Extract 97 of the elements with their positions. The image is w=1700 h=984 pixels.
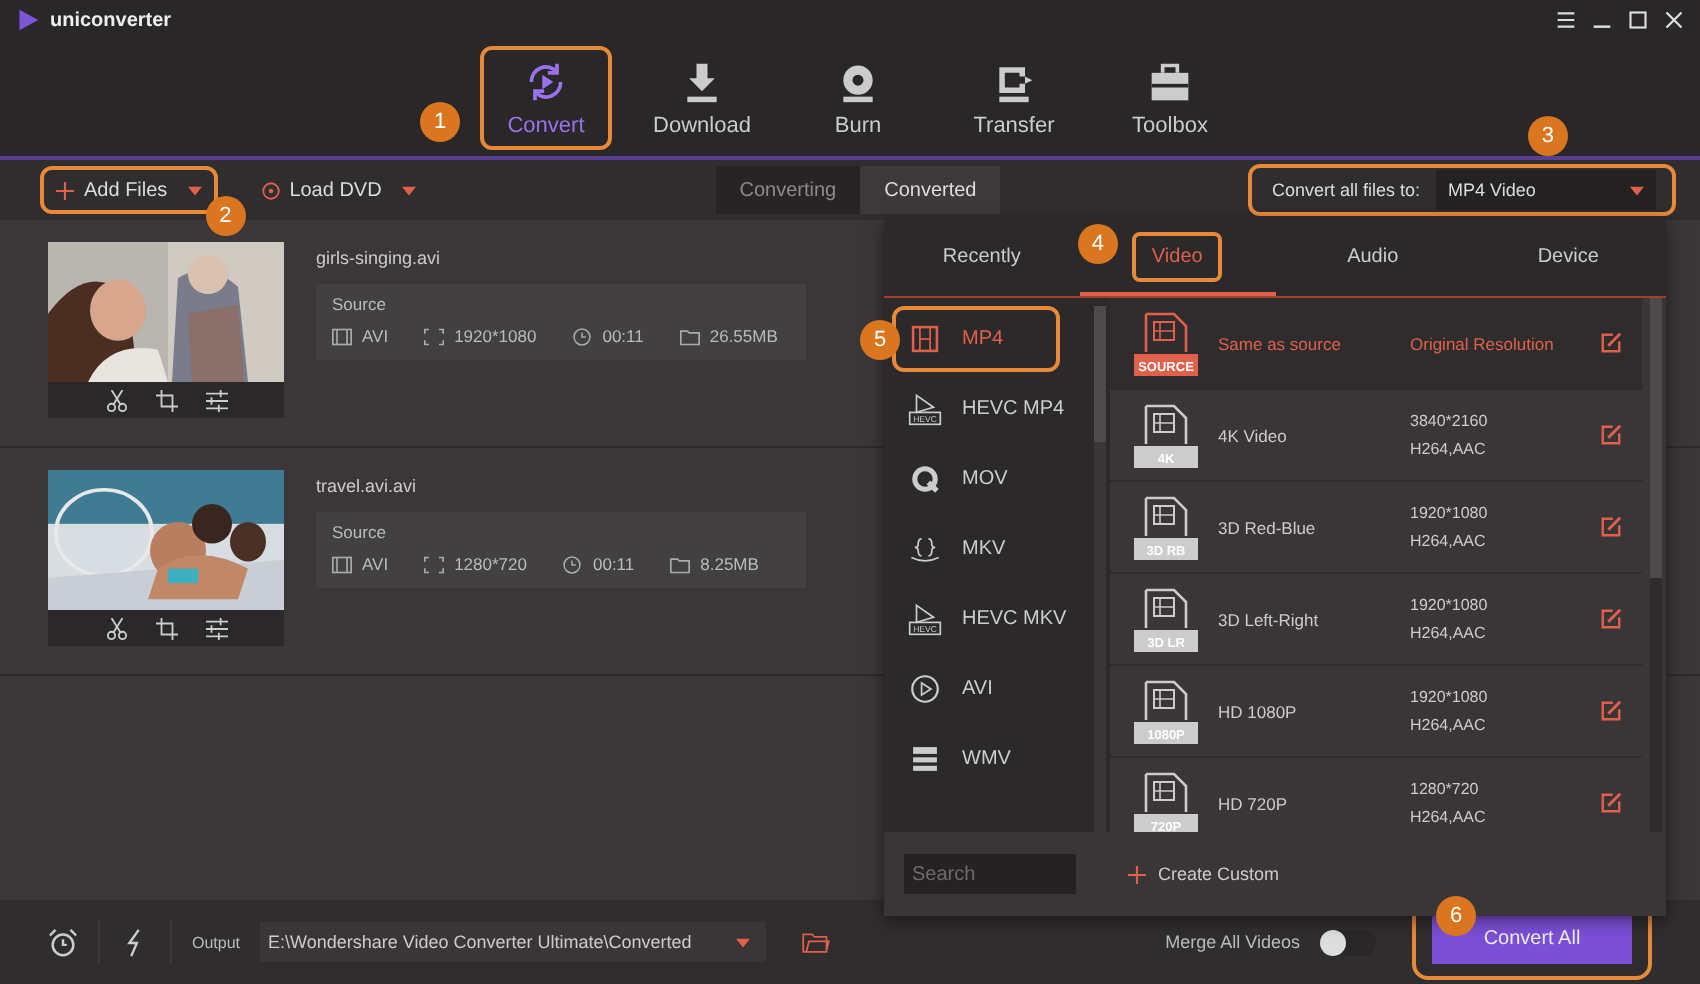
folder-icon[interactable] [802,931,831,953]
preset-codec: H264,AAC [1410,532,1488,550]
view-tab[interactable]: Converted [860,166,1001,214]
scissors-icon[interactable] [105,617,127,639]
merge-label: Merge All Videos [1165,932,1300,952]
duration-value: 00:11 [592,554,635,574]
edit-icon[interactable] [1600,516,1622,538]
format-item[interactable]: WMV [892,726,1060,792]
film-icon [332,327,352,345]
duration-value: 00:11 [602,326,644,346]
braces-icon [908,532,942,566]
edit-icon[interactable] [1600,608,1622,630]
format-dropdown[interactable]: MP4 Video [1436,170,1656,210]
circle-play-icon [908,672,942,706]
caret-icon [1630,185,1644,195]
preset-resolution: 1280*720 [1410,780,1481,798]
preset-name: HD 1080P [1218,701,1299,721]
preset-resolution: 1920*1080 [1410,688,1490,706]
app-name: uniconverter [50,9,172,31]
output-path-field[interactable]: E:\Wondershare Video Converter Ultimate\Converted [260,922,767,962]
toolbox-icon [1148,59,1192,103]
logo-icon [16,8,40,32]
preset-name: Same as source [1218,333,1343,353]
preset-name: 4K Video [1218,425,1289,445]
callout-badge: 1 [420,102,460,142]
menu-icon[interactable] [1556,10,1576,30]
preset-codec: H264,AAC [1410,716,1488,734]
edit-icon[interactable] [1600,792,1622,814]
output-label: Output [192,933,241,951]
preset-codec: H264,AAC [1410,624,1488,642]
format-item[interactable]: MKV [892,516,1060,582]
film-icon [332,555,352,573]
edit-icon[interactable] [1600,424,1622,446]
alarm-clock-icon[interactable] [48,927,78,957]
convert-all-label: Convert all files to: [1271,180,1420,200]
close-icon[interactable] [1664,10,1684,30]
nav-tab[interactable]: Toolbox [1104,46,1236,150]
format-item[interactable]: MOV [892,446,1060,512]
resolution-value: 1920*1080 [454,326,537,346]
size-value: 26.55MB [709,326,778,346]
sliders-icon[interactable] [205,389,227,411]
file-name: girls-singing.avi [316,248,443,268]
plus-icon [56,181,74,199]
expand-icon [424,555,445,573]
film-icon [908,322,942,356]
nav-tab[interactable]: Transfer [948,46,1080,150]
resolution-value: 1280*720 [454,554,527,574]
callout-badge: 4 [1077,223,1118,263]
format-value: AVI [362,554,389,574]
plus-icon [1128,865,1146,883]
edit-icon[interactable] [1600,332,1622,354]
crop-icon[interactable] [155,617,177,639]
scissors-icon[interactable] [105,389,127,411]
callout-badge: 2 [205,196,246,236]
preset-resolution: Original Resolution [1410,333,1556,353]
clock-icon [562,555,583,573]
caret-icon [187,185,202,195]
disc-icon [261,181,280,199]
clock-icon [572,327,593,345]
crop-icon[interactable] [155,389,177,411]
format-tab[interactable]: Recently [922,231,1041,281]
convert-icon [524,59,568,103]
folder-icon [679,327,700,345]
format-tab[interactable]: Video [1131,231,1223,281]
callout-badge: 5 [860,320,900,360]
folder-icon [670,555,691,573]
source-label: Source [332,522,388,542]
format-tab[interactable]: Device [1517,231,1619,281]
preset-resolution: 1920*1080 [1410,504,1490,522]
preset-name: HD 720P [1218,793,1289,813]
preset-resolution: 1920*1080 [1410,596,1490,614]
format-item[interactable]: AVI [892,656,1060,722]
caret-icon [401,185,416,195]
source-label: Source [332,294,388,314]
maximize-icon[interactable] [1628,10,1648,30]
preset-resolution: 3840*2160 [1410,412,1490,430]
caret-icon [736,937,751,947]
nav-tab[interactable]: Download [636,46,768,150]
edit-icon[interactable] [1600,700,1622,722]
sliders-icon[interactable] [205,617,227,639]
load-dvd-button[interactable]: Load DVD [245,166,432,214]
view-tab[interactable]: Converting [715,166,861,214]
nav-tab[interactable]: Convert [480,46,612,150]
expand-icon [424,327,445,345]
nav-tab[interactable]: Burn [792,46,924,150]
preset-name: 3D Red-Blue [1218,517,1318,537]
format-tab[interactable]: Audio [1327,231,1419,281]
search-field[interactable]: Search [904,854,1076,894]
preset-codec: H264,AAC [1410,440,1488,458]
merge-toggle[interactable] [1320,929,1376,955]
size-value: 8.25MB [700,554,759,574]
create-custom-button[interactable]: Create Custom [1128,864,1280,884]
file-name: travel.avi.avi [316,476,419,496]
preset-codec: H264,AAC [1410,808,1488,826]
format-value: AVI [362,326,389,346]
q-icon [908,462,942,496]
preset-name: 3D Left-Right [1218,609,1321,629]
